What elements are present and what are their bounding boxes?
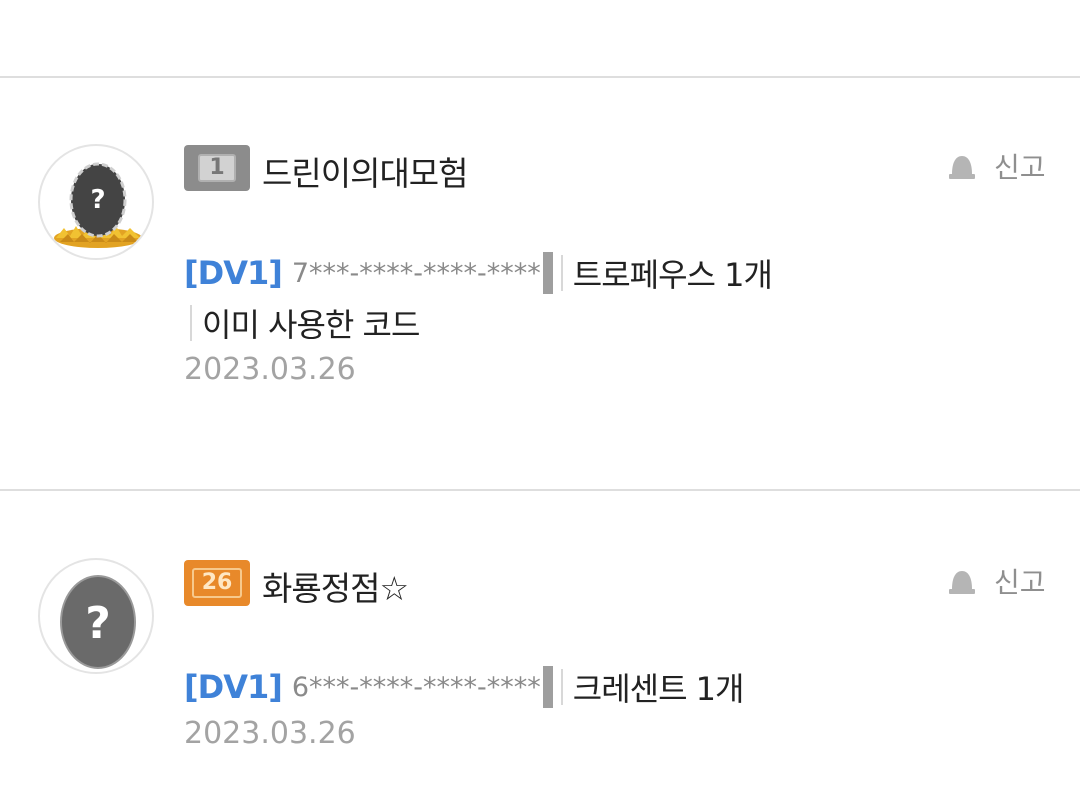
top-divider (0, 76, 1080, 78)
code-line: [DV1] 7***-****-****-**** 트로페우스 1개 (184, 250, 773, 296)
siren-icon (949, 571, 975, 594)
comment-date: 2023.03.26 (184, 352, 356, 387)
server-tag: [DV1] (184, 254, 283, 292)
separator (190, 305, 192, 341)
coupon-code: 6***-****-****-**** (291, 671, 541, 703)
text-cursor (542, 252, 553, 294)
egg-on-nest-icon: ? (54, 162, 142, 248)
siren-icon (949, 156, 975, 179)
svg-text:?: ? (85, 598, 111, 649)
report-button[interactable]: 신고 (946, 561, 1046, 601)
report-label: 신고 (994, 151, 1046, 184)
comment-divider (0, 489, 1080, 491)
avatar[interactable]: ? (38, 144, 154, 260)
text-cursor (542, 666, 553, 708)
coupon-code: 7***-****-****-**** (291, 257, 541, 289)
level-badge: 1 (184, 145, 250, 191)
level-number: 26 (192, 568, 242, 598)
nickname[interactable]: 드린이의대모험 (262, 147, 469, 195)
reward-text: 트로페우스 1개 (572, 256, 773, 294)
level-number: 1 (198, 154, 236, 182)
note-line: 이미 사용한 코드 (184, 300, 420, 346)
code-line: [DV1] 6***-****-****-**** 크레센트 1개 (184, 664, 745, 710)
grey-egg-icon: ? (60, 575, 136, 669)
separator (560, 669, 563, 705)
reward-text: 크레센트 1개 (572, 670, 745, 708)
note-text: 이미 사용한 코드 (202, 306, 420, 344)
separator (560, 255, 563, 291)
nickname[interactable]: 화룡정점☆ (262, 562, 409, 610)
svg-text:?: ? (90, 185, 105, 215)
server-tag: [DV1] (184, 668, 283, 706)
report-label: 신고 (994, 566, 1046, 599)
level-badge: 26 (184, 560, 250, 606)
report-button[interactable]: 신고 (946, 146, 1046, 186)
comment-date: 2023.03.26 (184, 716, 356, 751)
avatar[interactable]: ? (38, 558, 154, 674)
